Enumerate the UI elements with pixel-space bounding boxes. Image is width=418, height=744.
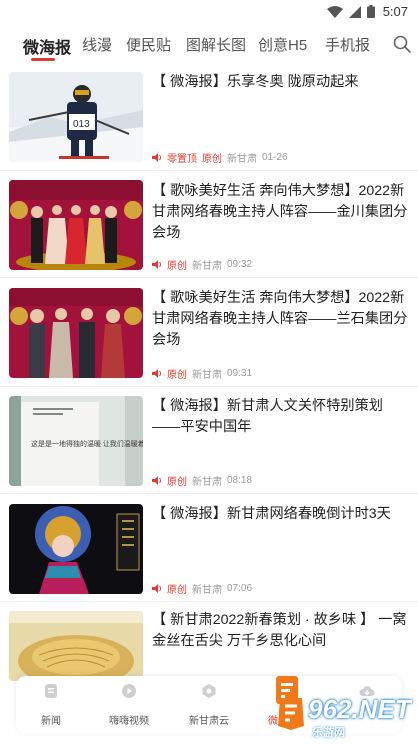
article-time: 07:06 xyxy=(227,583,253,594)
category-tab-bar: 微海报 线漫 便民贴 图解长图 创意H5 手机报 xyxy=(0,24,418,64)
article-thumbnail xyxy=(9,504,143,594)
article-thumbnail xyxy=(9,611,143,681)
article-title[interactable]: 【 歌咏美好生活 奔向伟大梦想】2022新甘肃网络春晚主持人阵容——金川集团分会… xyxy=(152,181,410,244)
cloud-icon xyxy=(202,684,216,698)
tab-xianman[interactable]: 线漫 xyxy=(82,34,112,55)
speaker-icon[interactable] xyxy=(152,584,162,593)
article-source: 新甘肃 xyxy=(192,585,222,596)
article-title[interactable]: 【 新甘肃2022新春策划 · 故乡味 】 一窝金丝在舌尖 万千乡思化心间 xyxy=(152,610,410,652)
signal-icon xyxy=(348,5,361,18)
watermark-logo-icon xyxy=(278,698,304,730)
wifi-icon xyxy=(326,5,343,18)
article-time: 09:31 xyxy=(227,368,253,379)
article-meta: 原创 新甘肃 09:32 xyxy=(152,257,252,272)
tab-bianmin[interactable]: 便民贴 xyxy=(126,34,171,55)
article-title[interactable]: 【 微海报】新甘肃网络春晚倒计时3天 xyxy=(152,504,410,525)
status-time: 5:07 xyxy=(382,4,408,19)
tag-original: 原创 xyxy=(167,261,187,272)
list-item[interactable]: 【 微海报】新甘肃网络春晚倒计时3天 原创 新甘肃 07:06 xyxy=(0,495,418,602)
speaker-icon[interactable] xyxy=(152,476,162,485)
article-source: 新甘肃 xyxy=(192,370,222,381)
search-icon[interactable] xyxy=(392,34,412,54)
article-meta: 原创 新甘肃 07:06 xyxy=(152,581,252,596)
tab-tujie[interactable]: 图解长图 xyxy=(186,34,246,55)
article-title[interactable]: 【 歌咏美好生活 奔向伟大梦想】2022新甘肃网络春晚主持人阵容——兰石集团分会… xyxy=(152,288,410,351)
speaker-icon[interactable] xyxy=(152,260,162,269)
article-source: 新甘肃 xyxy=(227,154,257,165)
list-item[interactable]: 【 歌咏美好生活 奔向伟大梦想】2022新甘肃网络春晚主持人阵容——兰石集团分会… xyxy=(0,280,418,387)
video-icon xyxy=(122,684,136,698)
list-item[interactable]: 【 歌咏美好生活 奔向伟大梦想】2022新甘肃网络春晚主持人阵容——金川集团分会… xyxy=(0,171,418,278)
news-icon xyxy=(45,684,57,698)
article-time: 08:18 xyxy=(227,475,253,486)
handwriting-text: 这是是一地得独的温暖 让我们温暖着你 xyxy=(31,439,143,448)
article-meta: 零置顶 原创 新甘肃 01-26 xyxy=(152,150,288,165)
speaker-icon[interactable] xyxy=(152,369,162,378)
article-title[interactable]: 【 微海报】乐享冬奥 陇原动起来 xyxy=(152,72,410,93)
article-time: 09:32 xyxy=(227,259,253,270)
article-thumbnail: 这是是一地得独的温暖 让我们温暖着你 xyxy=(9,396,143,486)
nav-label: 嗨嗨视频 xyxy=(109,716,149,727)
speaker-icon[interactable] xyxy=(152,153,162,162)
list-item[interactable]: 013 【 微海报】乐享冬奥 陇原动起来 零置顶 原创 新甘肃 01-26 xyxy=(0,64,418,171)
tab-wei-haibao[interactable]: 微海报 xyxy=(23,34,71,58)
status-bar: 5:07 xyxy=(0,0,418,24)
tag-original: 原创 xyxy=(167,477,187,488)
tab-chuangyi-h5[interactable]: 创意H5 xyxy=(258,34,307,55)
tag-original: 原创 xyxy=(167,585,187,596)
bib-number: 013 xyxy=(73,119,90,130)
article-time: 01-26 xyxy=(262,152,288,163)
watermark-subtext: 乐游网 xyxy=(312,727,345,739)
article-title[interactable]: 【 微海报】新甘肃人文关怀特别策划——平安中国年 xyxy=(152,396,410,438)
tab-shoujibao[interactable]: 手机报 xyxy=(325,34,370,55)
nav-label: 新闻 xyxy=(41,716,61,727)
article-meta: 原创 新甘肃 08:18 xyxy=(152,473,252,488)
battery-icon xyxy=(366,5,375,18)
site-watermark: 962.NET 乐游网 xyxy=(272,692,412,740)
list-item[interactable]: 这是是一地得独的温暖 让我们温暖着你 【 微海报】新甘肃人文关怀特别策划——平安… xyxy=(0,387,418,494)
article-source: 新甘肃 xyxy=(192,477,222,488)
article-thumbnail: 013 xyxy=(9,72,143,162)
article-thumbnail xyxy=(9,180,143,270)
status-icons: 5:07 xyxy=(326,4,408,19)
active-tab-indicator xyxy=(31,58,55,61)
nav-video[interactable]: 嗨嗨视频 xyxy=(90,676,168,734)
article-thumbnail xyxy=(9,288,143,378)
article-source: 新甘肃 xyxy=(192,261,222,272)
nav-news[interactable]: 新闻 xyxy=(12,676,90,734)
watermark-text: 962.NET xyxy=(308,694,411,724)
tag-pinned: 零置顶 xyxy=(167,154,197,165)
tag-original: 原创 xyxy=(167,370,187,381)
tag-original: 原创 xyxy=(202,154,222,165)
article-meta: 原创 新甘肃 09:31 xyxy=(152,366,252,381)
